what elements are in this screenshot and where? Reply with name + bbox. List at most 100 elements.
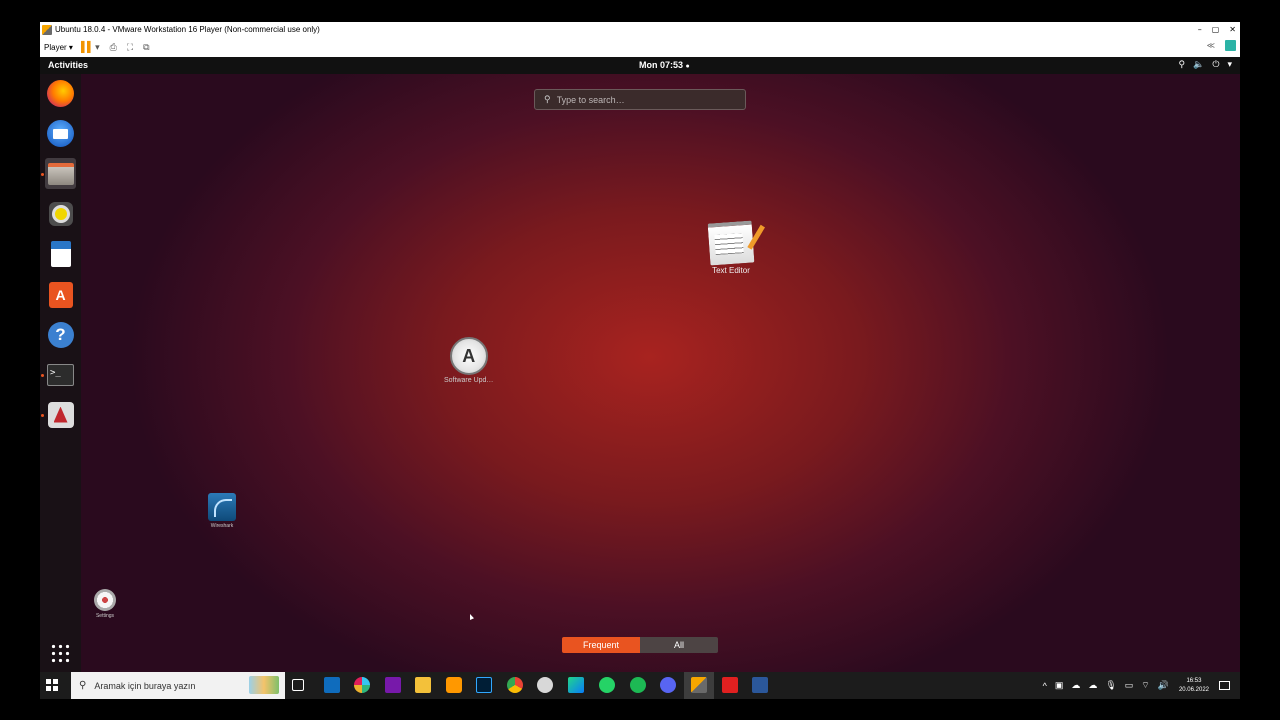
- tray-app-icon[interactable]: ▣: [1055, 680, 1064, 691]
- files-icon: [47, 162, 74, 185]
- search-input[interactable]: [556, 94, 727, 105]
- mouse-cursor: [470, 614, 474, 620]
- search-icon: ⚲: [79, 680, 87, 691]
- app-label: Settings: [95, 613, 115, 619]
- discord-icon[interactable]: [660, 677, 676, 693]
- steam-icon: [47, 401, 74, 428]
- rhythmbox-icon: [48, 201, 73, 226]
- gnome-top-bar: Activities Mon 07:53 ● ⚲ 🔈 ⏻ ▾: [40, 57, 1240, 74]
- app-settings[interactable]: Settings: [94, 589, 116, 619]
- thunderbird-icon: [47, 120, 74, 147]
- cloud-icon[interactable]: ☁: [1088, 680, 1097, 691]
- search-box[interactable]: ⚲: [534, 89, 746, 110]
- running-indicator: [41, 414, 44, 417]
- help-icon: ?: [47, 321, 74, 348]
- software-dock-item[interactable]: A: [45, 279, 76, 310]
- restore-button[interactable]: ▢: [1212, 25, 1220, 34]
- notifications-icon[interactable]: [1219, 681, 1230, 690]
- onenote-icon[interactable]: [385, 677, 401, 693]
- outlook-icon[interactable]: [324, 677, 340, 693]
- firefox-icon: [47, 80, 74, 107]
- frequent-tab[interactable]: Frequent: [562, 637, 640, 653]
- minimize-button[interactable]: –: [1198, 25, 1202, 34]
- vmware-icon[interactable]: [691, 677, 707, 693]
- onedrive-icon[interactable]: ☁: [1071, 680, 1080, 691]
- task-view-icon[interactable]: [292, 679, 304, 691]
- windows-start-icon[interactable]: [46, 679, 58, 691]
- window-title: Ubuntu 18.0.4 - VMware Workstation 16 Pl…: [55, 25, 320, 34]
- app-label: Software Upd…: [444, 377, 494, 384]
- word-icon[interactable]: [752, 677, 768, 693]
- app-label: Wireshark: [210, 523, 234, 529]
- slack-icon[interactable]: [354, 677, 370, 693]
- activities-button[interactable]: Activities: [48, 60, 88, 70]
- text-editor-icon: [707, 220, 755, 266]
- clock-time: 16:53: [1186, 677, 1202, 684]
- terminal-dock-item[interactable]: >_: [45, 359, 76, 390]
- system-indicators[interactable]: ⚲ 🔈 ⏻ ▾: [1179, 59, 1232, 70]
- fullscreen-icon[interactable]: ⛶: [127, 42, 133, 53]
- running-indicator: [41, 173, 44, 176]
- send-ctrl-alt-del-icon[interactable]: ⎙: [110, 42, 117, 53]
- firefox-dock-item[interactable]: [45, 78, 76, 109]
- system-tray: ^ ▣ ☁ ☁ 🎙 ▭ ⌔ 🔊 16:53 20.06.2022: [1039, 672, 1240, 699]
- app-label: Text Editor: [712, 266, 750, 275]
- close-button[interactable]: ✕: [1229, 25, 1236, 34]
- app-text-editor[interactable]: Text Editor: [707, 220, 755, 275]
- app-wireshark[interactable]: Wireshark: [208, 493, 236, 529]
- settings-gear-icon: [94, 589, 116, 611]
- rhythmbox-dock-item[interactable]: [45, 198, 76, 229]
- pause-icon[interactable]: ▌▌: [81, 42, 94, 53]
- windows-search-input[interactable]: [92, 679, 243, 692]
- dropdown-arrow-icon[interactable]: ▾: [95, 42, 100, 53]
- clock[interactable]: Mon 07:53 ●: [639, 60, 690, 70]
- photoshop-icon[interactable]: [476, 677, 492, 693]
- sublime-text-icon[interactable]: [446, 677, 462, 693]
- back-icon[interactable]: ≪: [1207, 41, 1215, 50]
- search-highlight-image: [249, 676, 279, 694]
- files-dock-item[interactable]: [45, 158, 76, 189]
- power-icon[interactable]: ⏻: [1212, 59, 1219, 70]
- wireshark-icon: [208, 493, 236, 521]
- volume-icon[interactable]: 🔈: [1193, 59, 1204, 70]
- whatsapp-icon[interactable]: [599, 677, 615, 693]
- all-tab[interactable]: All: [640, 637, 718, 653]
- windows-search-box[interactable]: ⚲: [71, 672, 285, 699]
- wifi-icon[interactable]: ⌔: [1141, 680, 1149, 691]
- microphone-icon[interactable]: 🎙: [1105, 680, 1116, 691]
- chevron-down-icon[interactable]: ▾: [1227, 59, 1232, 70]
- clock-date: 20.06.2022: [1178, 686, 1209, 693]
- running-indicator: [41, 374, 44, 377]
- chrome-icon[interactable]: [507, 677, 523, 693]
- network-icon[interactable]: ⚲: [1179, 59, 1186, 70]
- help-dock-item[interactable]: ?: [45, 319, 76, 350]
- vmware-titlebar[interactable]: Ubuntu 18.0.4 - VMware Workstation 16 Pl…: [40, 22, 1240, 37]
- message-log-icon[interactable]: [1225, 40, 1236, 51]
- thunderbird-dock-item[interactable]: [45, 118, 76, 149]
- pycharm-icon[interactable]: [568, 677, 584, 693]
- taskbar-clock[interactable]: 16:53 20.06.2022: [1179, 677, 1209, 695]
- search-icon: ⚲: [544, 94, 551, 104]
- windows-taskbar: ⚲ ^ ▣ ☁ ☁ 🎙 ▭ ⌔ 🔊 16:53 20.06.2022: [40, 672, 1240, 699]
- libreoffice-writer-icon: [50, 240, 71, 267]
- software-updater-icon: A: [449, 337, 488, 375]
- show-applications-icon[interactable]: [50, 643, 71, 664]
- vmware-logo-icon: [42, 24, 52, 35]
- unity-icon[interactable]: ⧉: [143, 42, 149, 53]
- speaker-icon[interactable]: 🔊: [1158, 680, 1169, 691]
- battery-icon[interactable]: ▭: [1125, 680, 1134, 691]
- ubuntu-desktop: Activities Mon 07:53 ● ⚲ 🔈 ⏻ ▾ A ? >_ ⚲ …: [40, 57, 1240, 672]
- file-explorer-icon[interactable]: [415, 677, 431, 693]
- vmware-toolbar: Player ▾ ▌▌ ▾ ⎙ ⛶ ⧉ ≪: [40, 37, 1240, 57]
- player-menu[interactable]: Player ▾: [44, 43, 73, 52]
- terminal-icon: >_: [47, 363, 74, 386]
- spotify-icon[interactable]: [630, 677, 646, 693]
- steam-dock-item[interactable]: [45, 399, 76, 430]
- acrobat-icon[interactable]: [722, 677, 738, 693]
- vpn-icon[interactable]: [537, 677, 553, 693]
- tray-overflow-icon[interactable]: ^: [1043, 681, 1047, 691]
- writer-dock-item[interactable]: [45, 238, 76, 269]
- app-software-updater[interactable]: A Software Upd…: [444, 337, 493, 384]
- app-view-switch: Frequent All: [562, 637, 718, 653]
- ubuntu-software-icon: A: [48, 281, 73, 308]
